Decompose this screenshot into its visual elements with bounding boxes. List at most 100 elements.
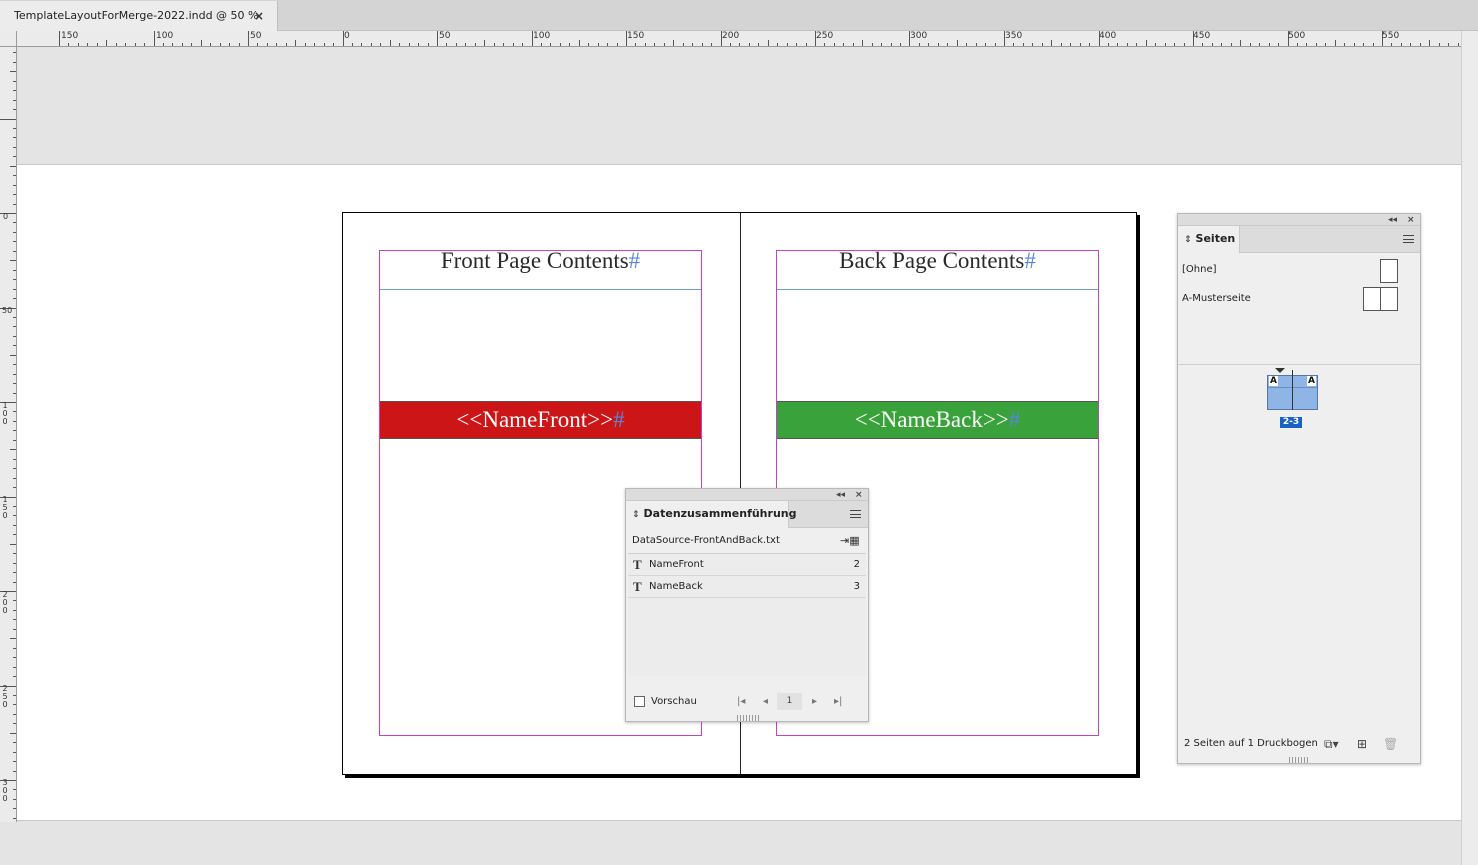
parent-page-none[interactable]: [Ohne] xyxy=(1178,255,1420,284)
field-row[interactable]: T NameBack 3 xyxy=(628,576,866,598)
pages-divider[interactable] xyxy=(1178,364,1420,365)
vertical-ruler[interactable]: 0 50 100 150 200 250 300 xyxy=(0,47,17,823)
thumbnail-spine xyxy=(1292,370,1293,410)
ruler-label: 550 xyxy=(1382,31,1400,41)
ruler-label: 350 xyxy=(1005,31,1023,41)
first-record-icon[interactable]: |◂ xyxy=(737,689,745,715)
collapse-panel-icon[interactable]: ◂◂ xyxy=(1388,215,1397,225)
back-heading-text: Back Page Contents xyxy=(839,248,1025,273)
ruler-label: 250 xyxy=(816,31,834,41)
next-record-icon[interactable]: ▸ xyxy=(812,689,817,715)
end-of-story-marker: # xyxy=(628,248,641,273)
ruler-label: 200 xyxy=(2,590,8,615)
name-front-placeholder: <<NameFront>># xyxy=(456,407,624,432)
pages-footer: 2 Seiten auf 1 Druckbogen ⧉▾ ⊞ 🗑 xyxy=(1178,733,1420,755)
back-heading-frame[interactable]: Back Page Contents# xyxy=(777,248,1098,290)
front-heading-frame[interactable]: Front Page Contents# xyxy=(380,248,701,290)
resize-grip[interactable] xyxy=(1289,757,1309,763)
text-field-icon: T xyxy=(633,579,642,594)
data-source-row: DataSource-FrontAndBack.txt ⇥▦ xyxy=(626,529,868,553)
ruler-label: 250 xyxy=(2,684,8,709)
end-of-story-marker: # xyxy=(1008,407,1021,432)
field-page: 2 xyxy=(853,559,860,570)
ruler-label: 0 xyxy=(2,212,9,221)
tab-pages-label: Seiten xyxy=(1195,232,1236,245)
panel-tab-row: ⇕ Seiten xyxy=(1178,226,1420,253)
data-source-filename: DataSource-FrontAndBack.txt xyxy=(632,535,780,546)
ruler-label: 0 xyxy=(344,31,350,41)
field-row[interactable]: T NameFront 2 xyxy=(628,554,866,576)
data-merge-panel[interactable]: ◂◂ × ⇕ Datenzusammenführung DataSource-Fr… xyxy=(625,488,869,722)
tab-pages[interactable]: ⇕ Seiten xyxy=(1178,226,1240,253)
ruler-label: 300 xyxy=(910,31,928,41)
update-data-source-icon[interactable]: ⇥▦ xyxy=(840,535,860,547)
pages-panel[interactable]: ◂◂ × ⇕ Seiten [Ohne] A-Musterseite A A 2-… xyxy=(1177,213,1421,764)
field-page: 3 xyxy=(853,581,860,592)
front-page-heading: Front Page Contents# xyxy=(440,248,641,273)
panel-menu-icon[interactable] xyxy=(1403,235,1414,243)
tab-data-merge-label: Datenzusammenführung xyxy=(643,507,797,520)
page-size-icon[interactable]: ⧉▾ xyxy=(1324,733,1339,755)
close-panel-icon[interactable]: × xyxy=(1407,215,1415,225)
data-merge-footer: Vorschau |◂ ◂ 1 ▸ ▸| xyxy=(626,689,868,715)
panel-title-strip[interactable]: ◂◂ × xyxy=(626,489,868,501)
parent-page-none-label: [Ohne] xyxy=(1182,264,1217,275)
spread-number-badge[interactable]: 2-3 xyxy=(1280,417,1302,428)
panel-tab-row: ⇕ Datenzusammenführung xyxy=(626,501,868,528)
tab-sort-arrows-icon: ⇕ xyxy=(1184,235,1192,245)
end-of-story-marker: # xyxy=(1024,248,1036,273)
pasteboard-bottom xyxy=(0,822,1461,865)
ruler-label: 150 xyxy=(2,495,8,520)
horizontal-ruler[interactable]: 150 100 50 0 50 100 150 200 250 300 350 … xyxy=(17,31,1461,47)
spread-thumbnail[interactable]: A A xyxy=(1267,370,1318,410)
close-tab-icon[interactable]: × xyxy=(254,1,264,31)
ruler-label: 50 xyxy=(2,306,13,315)
parent-none-thumbnail[interactable] xyxy=(1380,259,1398,283)
preview-label: Vorschau xyxy=(651,696,697,707)
preview-checkbox[interactable] xyxy=(634,696,645,707)
page-count-status: 2 Seiten auf 1 Druckbogen xyxy=(1184,738,1318,749)
page-parent-label: A xyxy=(1269,376,1278,386)
document-tab-bar: TemplateLayoutForMerge-2022.indd @ 50 % … xyxy=(0,0,1478,31)
tab-sort-arrows-icon: ⇕ xyxy=(632,510,640,520)
parent-a-thumbnail[interactable] xyxy=(1363,287,1398,311)
ruler-label: 300 xyxy=(2,778,8,803)
ruler-label: 500 xyxy=(1288,31,1306,41)
ruler-label: 400 xyxy=(1099,31,1117,41)
vertical-scrollbar[interactable] xyxy=(1461,31,1478,865)
collapse-panel-icon[interactable]: ◂◂ xyxy=(836,490,845,500)
ruler-label: 100 xyxy=(156,31,174,41)
ruler-label: 50 xyxy=(250,31,262,41)
panel-title-strip[interactable]: ◂◂ × xyxy=(1178,214,1420,226)
back-page-heading: Back Page Contents# xyxy=(839,248,1036,273)
field-name: NameFront xyxy=(649,559,704,570)
ruler-label: 450 xyxy=(1193,31,1211,41)
field-list: T NameFront 2 T NameBack 3 xyxy=(628,553,866,676)
ruler-origin[interactable] xyxy=(0,31,17,47)
ruler-label: 200 xyxy=(722,31,740,41)
last-record-icon[interactable]: ▸| xyxy=(834,689,842,715)
previous-record-icon[interactable]: ◂ xyxy=(763,689,768,715)
new-page-icon[interactable]: ⊞ xyxy=(1357,733,1367,755)
ruler-label: 150 xyxy=(61,31,79,41)
tab-data-merge[interactable]: ⇕ Datenzusammenführung xyxy=(626,501,796,528)
front-heading-text: Front Page Contents xyxy=(440,248,629,273)
ruler-label: 100 xyxy=(533,31,551,41)
delete-page-icon[interactable]: 🗑 xyxy=(1383,733,1398,755)
ruler-label: 100 xyxy=(2,401,8,426)
parent-page-a[interactable]: A-Musterseite xyxy=(1178,284,1420,313)
current-spread-indicator-icon xyxy=(1275,368,1285,373)
ruler-label: 150 xyxy=(627,31,645,41)
name-front-text: <<NameFront>> xyxy=(456,407,614,432)
close-panel-icon[interactable]: × xyxy=(855,490,863,500)
document-tab[interactable]: TemplateLayoutForMerge-2022.indd @ 50 % … xyxy=(0,1,278,31)
panel-menu-icon[interactable] xyxy=(850,510,861,518)
record-number-field[interactable]: 1 xyxy=(777,693,802,710)
end-of-story-marker: # xyxy=(613,407,625,432)
resize-grip[interactable] xyxy=(737,715,759,721)
document-tab-title: TemplateLayoutForMerge-2022.indd @ 50 % xyxy=(14,9,259,22)
name-back-text: <<NameBack>> xyxy=(854,407,1009,432)
name-front-bar[interactable]: <<NameFront>># xyxy=(380,401,701,439)
name-back-bar[interactable]: <<NameBack>># xyxy=(777,401,1098,439)
page-parent-label: A xyxy=(1307,376,1316,386)
